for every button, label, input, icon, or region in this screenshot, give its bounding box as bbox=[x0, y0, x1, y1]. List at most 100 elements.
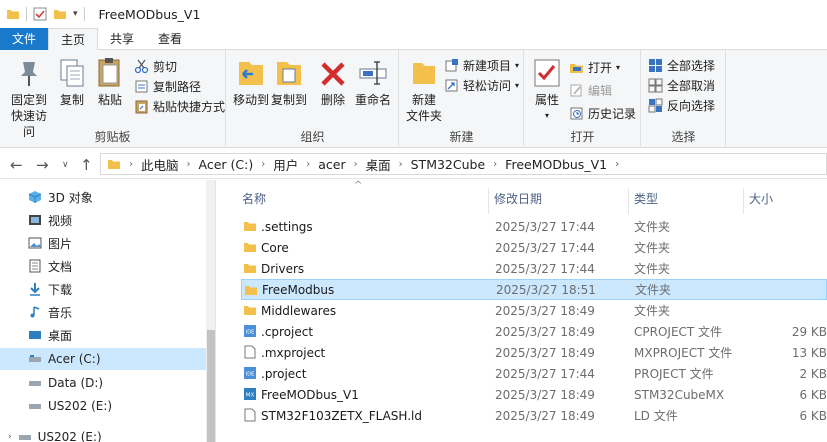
column-divider[interactable] bbox=[628, 188, 629, 214]
paste-shortcut-button[interactable]: 粘贴快捷方式 bbox=[134, 97, 225, 115]
back-arrow-icon[interactable]: ← bbox=[10, 156, 23, 174]
nav-item-documents[interactable]: 文档 bbox=[28, 255, 208, 277]
file-date: 2025/3/27 18:49 bbox=[495, 408, 595, 423]
new-folder-icon[interactable] bbox=[53, 7, 67, 21]
nav-item-pictures[interactable]: 图片 bbox=[28, 232, 208, 254]
select-all-button[interactable]: 全部选择 bbox=[648, 56, 715, 74]
file-row[interactable]: IDE .project 2025/3/27 17:44 PROJECT 文件 2 KB bbox=[241, 363, 827, 384]
file-row[interactable]: Middlewares 2025/3/27 18:49 文件夹 bbox=[241, 300, 827, 321]
clipboard-group: 固定到 快速访问 复制 粘贴 剪切 复制路径 粘贴快捷方式 剪贴板 bbox=[0, 50, 226, 148]
customize-dropdown-icon[interactable]: ▾ bbox=[73, 9, 78, 19]
breadcrumb-desktop[interactable]: 桌面 bbox=[366, 155, 391, 174]
new-item-icon bbox=[445, 58, 458, 71]
nav-item-videos[interactable]: 视频 bbox=[28, 209, 208, 231]
nav-item-d-drive[interactable]: Data (D:) bbox=[28, 372, 208, 394]
rename-button[interactable]: 重命名 bbox=[353, 56, 393, 108]
nav-item-music[interactable]: 音乐 bbox=[28, 301, 208, 323]
organize-group-label: 组织 bbox=[300, 130, 325, 144]
file-row[interactable]: Drivers 2025/3/27 17:44 文件夹 bbox=[241, 258, 827, 279]
nav-item-c-drive[interactable]: Acer (C:) bbox=[0, 348, 206, 370]
file-row[interactable]: .mxproject 2025/3/27 18:49 MXPROJECT 文件 13 … bbox=[241, 342, 827, 363]
file-date: 2025/3/27 18:49 bbox=[495, 387, 595, 402]
tab-share[interactable]: 共享 bbox=[98, 28, 146, 50]
properties-check-icon[interactable] bbox=[33, 7, 47, 21]
column-divider[interactable] bbox=[488, 188, 489, 214]
file-name: Drivers bbox=[261, 261, 305, 276]
file-row[interactable]: Core 2025/3/27 17:44 文件夹 bbox=[241, 237, 827, 258]
tab-file[interactable]: 文件 bbox=[0, 28, 48, 50]
copy-to-button[interactable]: 复制到 bbox=[271, 56, 307, 108]
file-date: 2025/3/27 18:51 bbox=[496, 282, 596, 297]
breadcrumb-separator-icon: › bbox=[261, 158, 266, 170]
file-row[interactable]: STM32F103ZETX_FLASH.ld 2025/3/27 18:49 LD … bbox=[241, 405, 827, 426]
file-row[interactable]: FreeModbus 2025/3/27 18:51 文件夹 bbox=[241, 279, 827, 300]
file-row[interactable]: .settings 2025/3/27 17:44 文件夹 bbox=[241, 216, 827, 237]
copy-button[interactable]: 复制 bbox=[56, 56, 88, 108]
select-none-button[interactable]: 全部取消 bbox=[648, 76, 715, 94]
expand-chevron-icon[interactable]: › bbox=[8, 432, 12, 442]
breadcrumb-this-pc[interactable]: 此电脑 bbox=[141, 155, 179, 174]
move-to-icon bbox=[239, 62, 263, 85]
nav-item-3d-objects[interactable]: 3D 对象 bbox=[28, 186, 208, 208]
open-button[interactable]: 打开 ▾ bbox=[569, 58, 620, 76]
file-row[interactable]: MX FreeMODbus_V1 2025/3/27 18:49 STM32CubeM… bbox=[241, 384, 827, 405]
navigation-pane: 3D 对象 视频 图片 文档 下载 音乐 桌面 Acer (C:) Data (… bbox=[0, 180, 216, 442]
select-group-label: 选择 bbox=[671, 130, 696, 144]
file-row[interactable]: IDE .cproject 2025/3/27 18:49 CPROJECT 文件 29… bbox=[241, 321, 827, 342]
column-divider[interactable] bbox=[743, 188, 744, 214]
nav-item-e-drive[interactable]: US202 (E:) bbox=[28, 395, 208, 417]
drive-icon bbox=[29, 355, 41, 362]
file-type: 文件夹 bbox=[635, 283, 672, 297]
tab-view[interactable]: 查看 bbox=[146, 28, 194, 50]
drive-icon bbox=[29, 381, 41, 386]
breadcrumb-separator-icon: › bbox=[353, 158, 358, 170]
breadcrumb-users[interactable]: 用户 bbox=[273, 155, 298, 174]
column-header-date[interactable]: 修改日期 bbox=[494, 188, 624, 210]
recent-locations-chevron-icon[interactable]: ∨ bbox=[62, 160, 69, 170]
new-item-button[interactable]: 新建项目 ▾ bbox=[444, 56, 519, 74]
edit-icon bbox=[570, 84, 582, 96]
breadcrumb-c-drive[interactable]: Acer (C:) bbox=[199, 157, 254, 172]
nav-scrollbar-thumb[interactable] bbox=[207, 330, 215, 442]
new-group: 新建 文件夹 新建项目 ▾ 轻松访问 ▾ 新建 bbox=[400, 50, 524, 148]
file-name: .settings bbox=[261, 219, 313, 234]
easy-access-button[interactable]: 轻松访问 ▾ bbox=[444, 76, 519, 94]
breadcrumb-current-folder[interactable]: FreeMODbus_V1 bbox=[505, 157, 607, 172]
copy-path-button[interactable]: 复制路径 bbox=[134, 77, 201, 95]
file-type: STM32CubeMX bbox=[634, 387, 725, 402]
column-header-size[interactable]: 大小 bbox=[749, 188, 819, 210]
file-name: FreeModbus bbox=[262, 282, 335, 297]
move-to-button[interactable]: 移动到 bbox=[233, 56, 269, 108]
edit-button[interactable]: 编辑 bbox=[569, 81, 612, 99]
new-folder-button[interactable]: 新建 文件夹 bbox=[404, 56, 444, 124]
svg-text:IDE: IDE bbox=[246, 330, 254, 336]
column-header-name[interactable]: 名称 bbox=[242, 188, 492, 210]
nav-item-desktop[interactable]: 桌面 bbox=[28, 324, 208, 346]
ide-file-icon: IDE bbox=[244, 325, 256, 337]
file-name: STM32F103ZETX_FLASH.ld bbox=[261, 408, 422, 423]
breadcrumb-separator-icon: › bbox=[306, 158, 311, 170]
forward-arrow-icon[interactable]: → bbox=[36, 156, 49, 174]
column-header-type[interactable]: 类型 bbox=[634, 188, 744, 210]
paste-shortcut-icon bbox=[135, 100, 148, 113]
file-name: Middlewares bbox=[261, 303, 337, 318]
file-type: PROJECT 文件 bbox=[634, 367, 714, 381]
address-bar[interactable]: › 此电脑 › Acer (C:) › 用户 › acer › 桌面 › STM… bbox=[100, 153, 827, 175]
documents-icon bbox=[29, 259, 41, 273]
up-arrow-icon[interactable]: ↑ bbox=[80, 156, 93, 174]
paste-button[interactable]: 粘贴 bbox=[94, 56, 126, 108]
delete-button[interactable]: 删除 bbox=[319, 56, 347, 108]
properties-button[interactable]: 属性 ▾ bbox=[529, 56, 565, 124]
rename-icon bbox=[359, 61, 387, 85]
breadcrumb-separator-icon[interactable]: › bbox=[615, 159, 619, 170]
download-icon bbox=[30, 283, 40, 296]
nav-item-downloads[interactable]: 下载 bbox=[28, 278, 208, 300]
breadcrumb-stm32cube[interactable]: STM32Cube bbox=[411, 157, 486, 172]
open-group-label: 打开 bbox=[570, 130, 595, 144]
tab-home[interactable]: 主页 bbox=[48, 28, 99, 51]
cut-button[interactable]: 剪切 bbox=[134, 57, 177, 75]
history-button[interactable]: 历史记录 bbox=[569, 104, 636, 122]
nav-item-e-drive-root[interactable]: › US202 (E:) bbox=[8, 426, 188, 442]
breadcrumb-acer[interactable]: acer bbox=[318, 157, 345, 172]
invert-selection-button[interactable]: 反向选择 bbox=[648, 96, 715, 114]
